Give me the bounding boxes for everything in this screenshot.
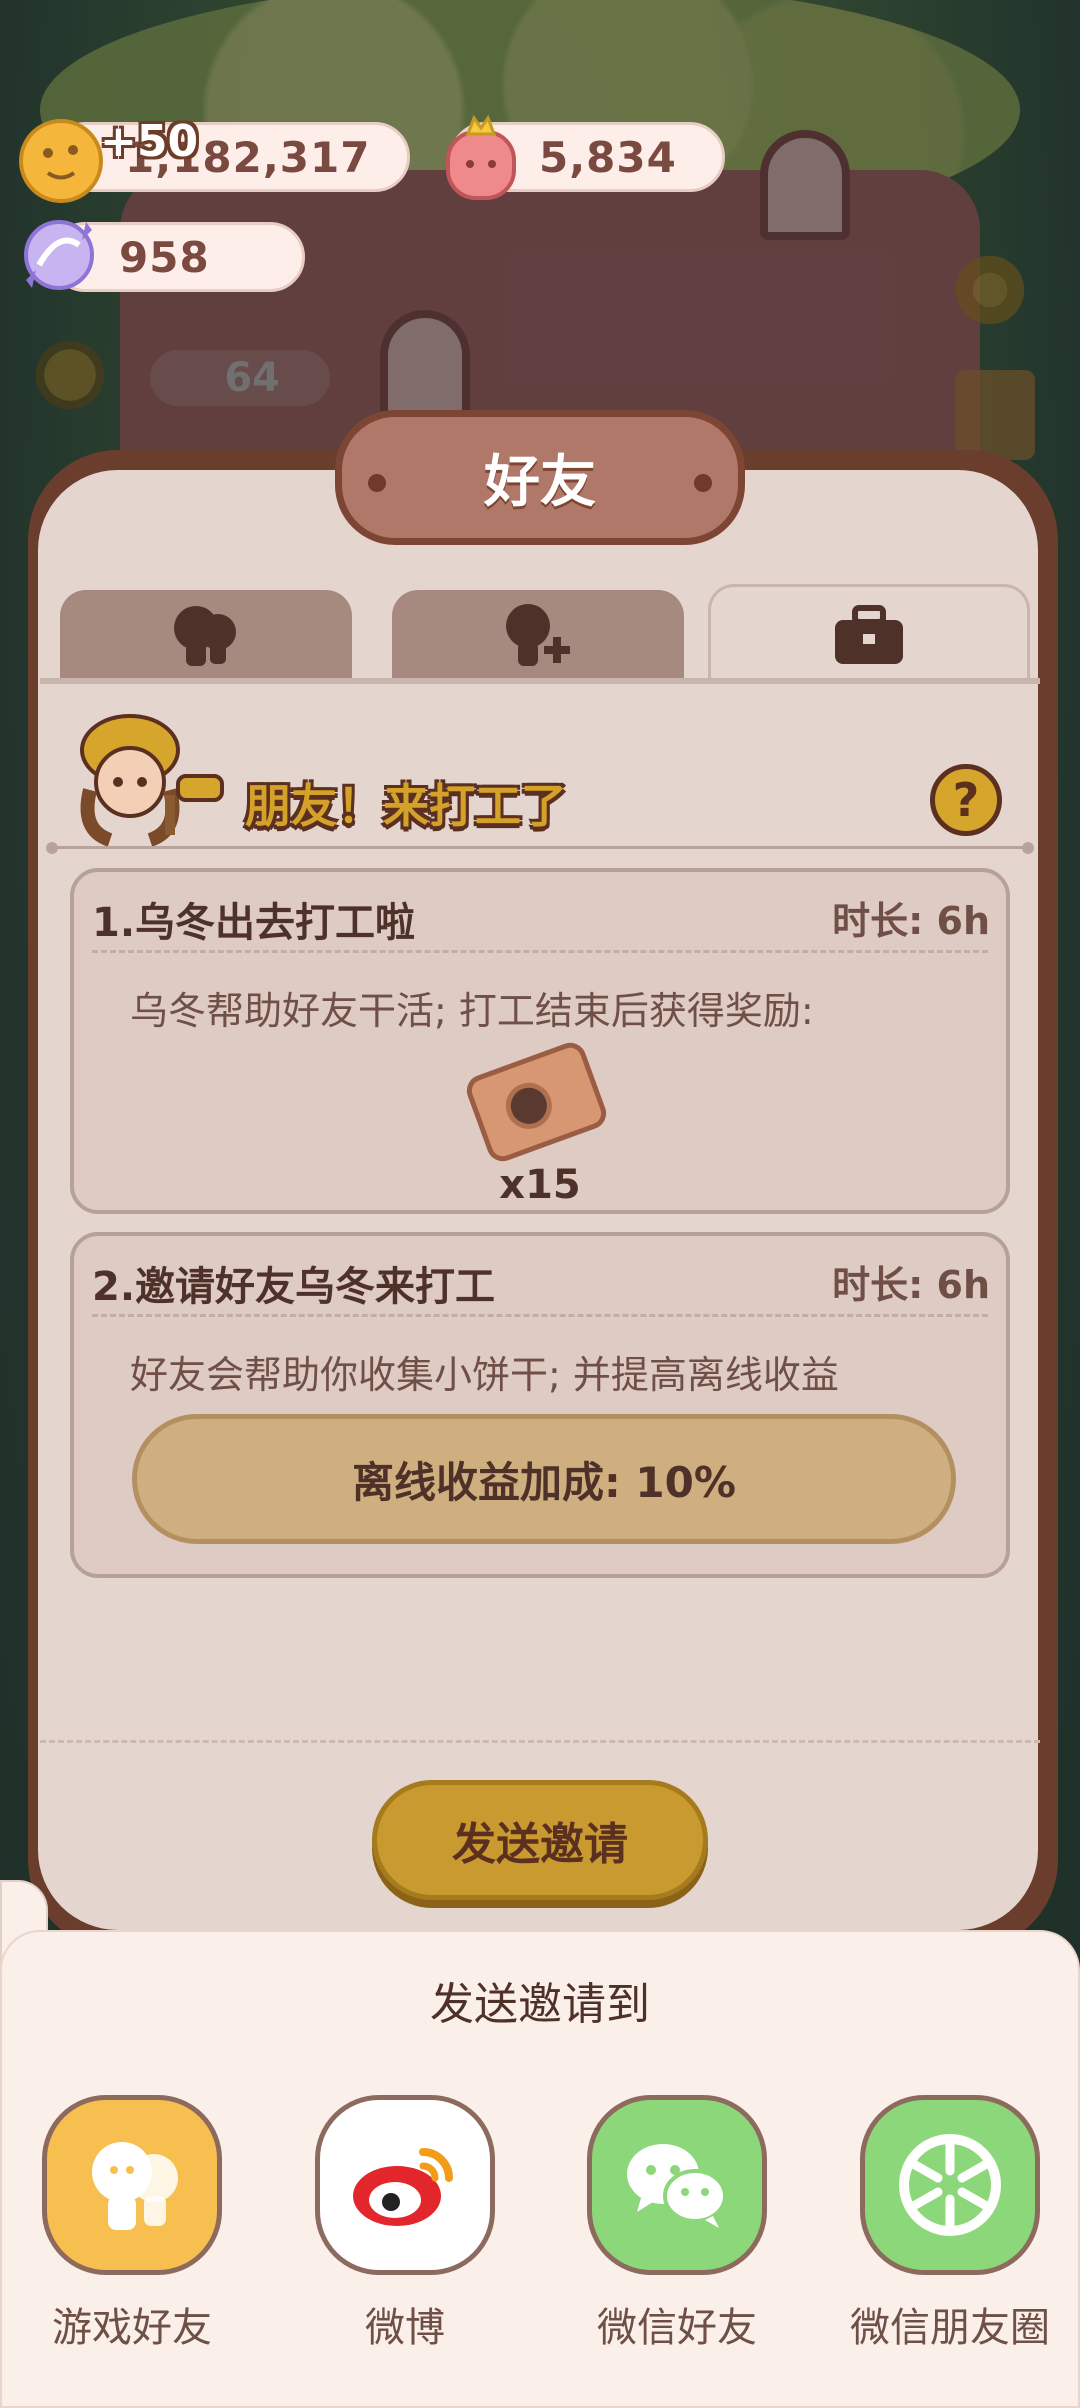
share-sheet-title: 发送邀请到 [430, 1979, 650, 2030]
help-button[interactable]: ? [930, 764, 1002, 836]
gem-value: 5,834 [539, 132, 677, 182]
game-friends-icon [42, 2095, 222, 2275]
share-label: 游戏好友 [52, 2305, 212, 2351]
tab-add-friend[interactable] [392, 590, 684, 680]
plaque-rivet [694, 474, 712, 492]
card-title: 1.乌冬出去打工啦 [92, 900, 416, 946]
section-title: 朋友！来打工了 [245, 779, 567, 833]
tab-friends[interactable] [60, 590, 352, 680]
briefcase-icon [835, 604, 903, 664]
ticket-icon [462, 1038, 611, 1166]
share-target-game-friends[interactable]: 游戏好友 [32, 2095, 232, 2375]
worker-character-icon [60, 700, 230, 850]
content-divider [40, 1740, 1040, 1743]
add-friend-icon [506, 604, 570, 666]
share-target-weibo[interactable]: 微博 [305, 2095, 505, 2375]
share-target-wechat-moments[interactable]: 微信朋友圈 [850, 2095, 1050, 2375]
section-separator [50, 846, 1030, 849]
share-label: 微信好友 [597, 2305, 757, 2351]
crown-gem-icon [440, 112, 522, 204]
candy-value: 958 [119, 232, 210, 282]
send-invite-button[interactable]: 发送邀请 [372, 1780, 708, 1900]
candy-icon [14, 210, 104, 300]
share-label: 微博 [365, 2305, 445, 2351]
cookie-gain-label: +50 [100, 116, 199, 167]
card-title: 2.邀请好友乌冬来打工 [92, 1264, 496, 1310]
card-duration: 时长: 6h [832, 1263, 990, 1307]
dialog-title-plaque: 好友 [335, 410, 745, 545]
friends-icon [174, 606, 236, 666]
work-card-go-out: 1.乌冬出去打工啦 时长: 6h 乌冬帮助好友干活; 打工结束后获得奖励: x1… [70, 868, 1010, 1214]
weibo-icon [315, 2095, 495, 2275]
share-target-wechat-friends[interactable]: 微信好友 [577, 2095, 777, 2375]
wechat-icon [587, 2095, 767, 2275]
tab-work[interactable] [708, 584, 1030, 684]
card-divider [92, 950, 988, 953]
plaque-rivet [368, 474, 386, 492]
card-duration: 时长: 6h [832, 899, 990, 943]
card-divider [92, 1314, 988, 1317]
offline-bonus-bar: 离线收益加成: 10% [132, 1414, 956, 1544]
dialog-title: 好友 [484, 450, 596, 515]
tab-strip-divider [40, 678, 1040, 684]
moments-icon [860, 2095, 1040, 2275]
separator-dot [1022, 842, 1034, 854]
cookie-icon [18, 118, 104, 204]
reward-count: x15 [499, 1162, 581, 1208]
work-card-invite: 2.邀请好友乌冬来打工 时长: 6h 好友会帮助你收集小饼干; 并提高离线收益 … [70, 1232, 1010, 1578]
card-description: 乌冬帮助好友干活; 打工结束后获得奖励: [130, 989, 814, 1033]
card-description: 好友会帮助你收集小饼干; 并提高离线收益 [130, 1353, 839, 1397]
share-label: 微信朋友圈 [850, 2305, 1050, 2351]
